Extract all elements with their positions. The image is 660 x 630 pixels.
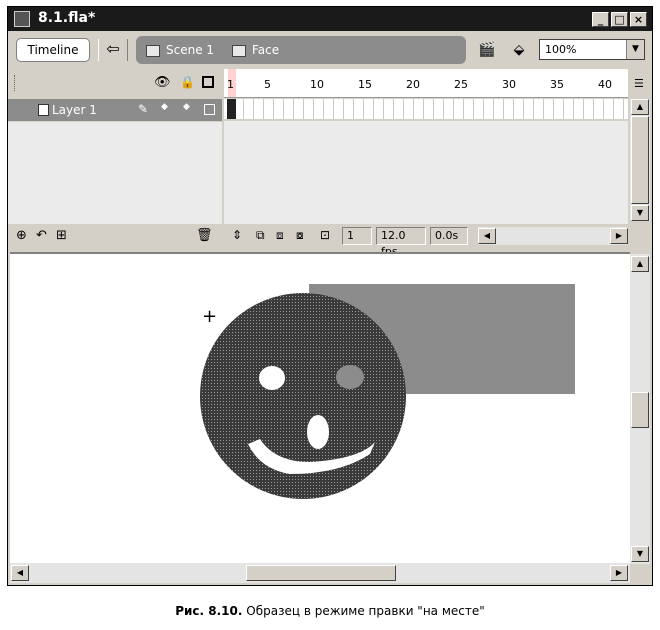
- layer-row[interactable]: Layer 1 ✎ ◆ ◆: [8, 99, 222, 121]
- stage[interactable]: + ▲ ▼: [10, 252, 650, 564]
- caption-label: Рис. 8.10.: [175, 604, 243, 618]
- zoom-select[interactable]: 100% ▼: [539, 39, 645, 60]
- crosshair-icon: +: [202, 306, 217, 327]
- ruler-label: 25: [454, 78, 468, 91]
- ruler-label: 30: [502, 78, 516, 91]
- ruler-label: 20: [406, 78, 420, 91]
- stage-hscroll[interactable]: ◀ ▶: [10, 563, 630, 583]
- edit-scene-icon[interactable]: 🎬: [476, 40, 498, 60]
- scroll-thumb[interactable]: [246, 565, 396, 581]
- outline-icon[interactable]: [202, 76, 214, 88]
- ruler-label: 15: [358, 78, 372, 91]
- frame-ruler[interactable]: 1 5 10 15 20 25 30 35 40: [224, 69, 628, 98]
- right-eye: [336, 365, 364, 389]
- ruler-label: 40: [598, 78, 612, 91]
- frames-empty-area: [224, 121, 628, 224]
- minimize-button[interactable]: _: [592, 12, 609, 27]
- left-eye: [259, 366, 285, 390]
- onion-outline-icon[interactable]: ⧈: [276, 228, 284, 243]
- figure-caption: Рис. 8.10. Образец в режиме правки "на м…: [0, 604, 660, 618]
- edit-symbols-icon[interactable]: ⬙: [508, 40, 530, 60]
- document-icon: [14, 11, 30, 27]
- caption-text: Образец в режиме правки "на месте": [246, 604, 485, 618]
- scroll-down-arrow-icon[interactable]: ▼: [631, 205, 649, 221]
- back-arrow-icon[interactable]: ⇦: [98, 39, 128, 61]
- scroll-up-arrow-icon[interactable]: ▲: [631, 99, 649, 115]
- onion-markers-icon[interactable]: ⊡: [320, 228, 330, 242]
- maximize-button[interactable]: □: [611, 12, 628, 27]
- lock-dot[interactable]: ◆: [183, 102, 190, 112]
- timeline-status-bar: ⇕ ⧉ ⧈ ⧇ ⊡ 1 12.0 fps 0.0s ◀ ▶: [224, 224, 652, 258]
- layers-header: 👁 🔒: [8, 69, 222, 97]
- layer-icon: [38, 104, 49, 116]
- breadcrumb-scene[interactable]: Scene 1: [146, 42, 214, 58]
- breadcrumb: Scene 1 Face: [136, 36, 466, 64]
- scroll-right-arrow-icon[interactable]: ▶: [610, 565, 628, 581]
- frame-row[interactable]: [224, 99, 628, 119]
- ruler-label: 5: [264, 78, 271, 91]
- timeline-frames-panel: 1 5 10 15 20 25 30 35 40 ☰ ▲ ▼ ⇕ ⧉ ⧈ ⧇ ⊡…: [224, 69, 652, 258]
- insert-folder-icon[interactable]: ⊞: [56, 228, 67, 243]
- chevron-down-icon[interactable]: ▼: [626, 40, 644, 59]
- window-title: 8.1.fla*: [38, 10, 96, 26]
- scroll-right-arrow-icon[interactable]: ▶: [610, 228, 628, 244]
- breadcrumb-symbol[interactable]: Face: [232, 42, 279, 58]
- timeline-toggle-button[interactable]: Timeline: [16, 38, 90, 62]
- trash-icon[interactable]: 🗑: [196, 228, 213, 243]
- frame-rate: 12.0 fps: [376, 227, 426, 258]
- keyframe[interactable]: [227, 99, 236, 119]
- ruler-label: 1: [227, 78, 234, 91]
- elapsed-time: 0.0s: [430, 227, 468, 245]
- close-button[interactable]: ×: [630, 12, 647, 27]
- scroll-left-arrow-icon[interactable]: ◀: [478, 228, 496, 244]
- scroll-down-arrow-icon[interactable]: ▼: [631, 546, 649, 562]
- current-frame: 1: [342, 227, 372, 245]
- stage-vscroll[interactable]: ▲ ▼: [630, 254, 650, 564]
- center-frame-icon[interactable]: ⇕: [232, 228, 242, 242]
- clapper-icon: [146, 44, 160, 57]
- ruler-label: 10: [310, 78, 324, 91]
- edit-multiple-frames-icon[interactable]: ⧇: [296, 228, 304, 243]
- insert-layer-icon[interactable]: ⊕: [16, 228, 27, 243]
- pencil-icon: ✎: [138, 102, 149, 116]
- ruler-label: 35: [550, 78, 564, 91]
- timeline-vscroll[interactable]: ▲ ▼: [630, 99, 650, 221]
- scroll-thumb[interactable]: [631, 116, 649, 204]
- layers-empty-area: [8, 122, 222, 224]
- outline-box[interactable]: [204, 104, 215, 115]
- add-guide-icon[interactable]: ↶: [36, 228, 47, 243]
- symbol-icon: [232, 44, 246, 57]
- title-bar: 8.1.fla* _ □ ×: [8, 7, 652, 31]
- stage-artwork: +: [200, 284, 575, 499]
- timeline-hscroll[interactable]: ◀ ▶: [478, 227, 628, 245]
- scroll-left-arrow-icon[interactable]: ◀: [11, 565, 29, 581]
- nose: [307, 415, 329, 449]
- eye-icon[interactable]: 👁: [154, 75, 171, 90]
- timeline-menu-icon[interactable]: ☰: [634, 77, 644, 90]
- edit-bar: Timeline ⇦ Scene 1 Face 🎬 ⬙ 100% ▼: [8, 32, 652, 68]
- drag-grip[interactable]: [14, 75, 18, 91]
- visible-dot[interactable]: ◆: [161, 102, 168, 112]
- layer-name: Layer 1: [52, 103, 97, 117]
- lock-icon[interactable]: 🔒: [180, 75, 195, 89]
- layers-panel: 👁 🔒 Layer 1 ✎ ◆ ◆ ⊕ ↶ ⊞ 🗑: [8, 69, 222, 249]
- layers-footer: ⊕ ↶ ⊞ 🗑: [8, 224, 222, 249]
- onion-skin-icon[interactable]: ⧉: [256, 228, 265, 243]
- scroll-thumb[interactable]: [631, 392, 649, 428]
- scroll-up-arrow-icon[interactable]: ▲: [631, 256, 649, 272]
